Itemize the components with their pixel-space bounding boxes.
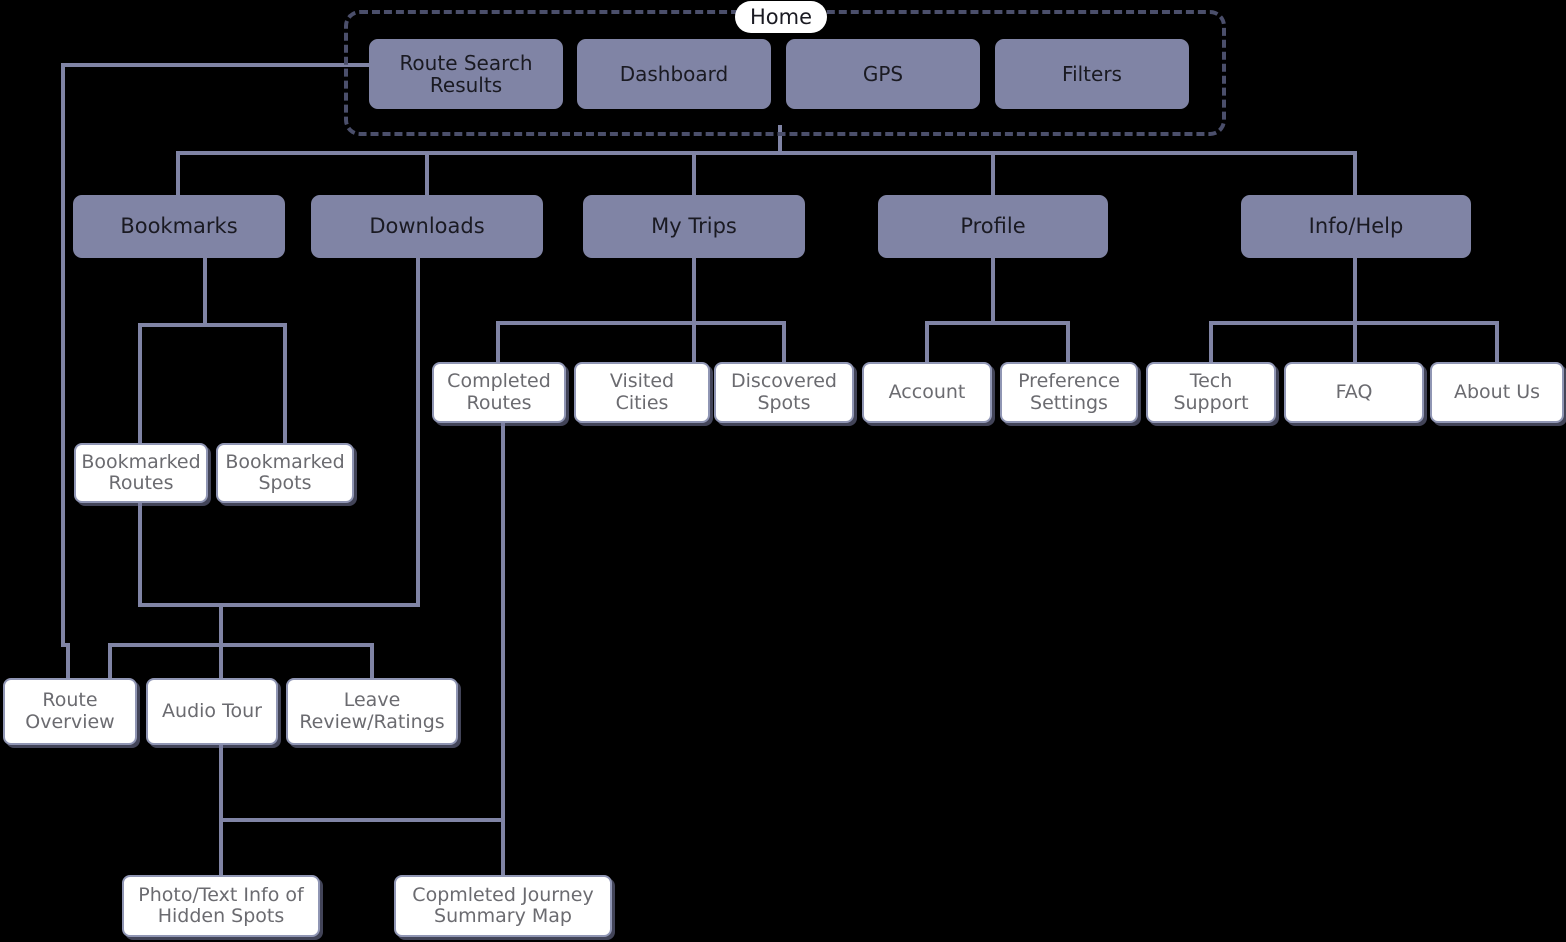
node-label: Visited Cities xyxy=(609,370,675,414)
node-label: Discovered Spots xyxy=(731,370,837,414)
node-label: Bookmarks xyxy=(120,213,238,238)
node-bookmarked-routes[interactable]: Bookmarked Routes xyxy=(74,443,208,503)
node-completed-journey-summary-map[interactable]: Copmleted Journey Summary Map xyxy=(394,875,612,937)
node-label: Bookmarked Routes xyxy=(81,450,201,494)
node-profile[interactable]: Profile xyxy=(878,195,1108,258)
node-label: Route Overview xyxy=(25,689,115,733)
node-filters[interactable]: Filters xyxy=(995,39,1189,109)
node-label: Preference Settings xyxy=(1018,370,1120,414)
node-label: About Us xyxy=(1453,380,1541,403)
sitemap-diagram: Home Route Search Results Dashboard GPS … xyxy=(0,0,1566,942)
node-label: Downloads xyxy=(369,213,485,238)
node-label: Filters xyxy=(1062,61,1122,86)
node-about-us[interactable]: About Us xyxy=(1430,362,1564,423)
node-completed-routes[interactable]: Completed Routes xyxy=(432,362,566,423)
node-label: Dashboard xyxy=(619,61,729,86)
node-faq[interactable]: FAQ xyxy=(1284,362,1424,423)
node-my-trips[interactable]: My Trips xyxy=(583,195,805,258)
node-label: Leave Review/Ratings xyxy=(299,689,445,733)
node-label: Tech Support xyxy=(1173,370,1249,414)
node-downloads[interactable]: Downloads xyxy=(311,195,543,258)
node-label: Copmleted Journey Summary Map xyxy=(412,883,594,927)
node-discovered-spots[interactable]: Discovered Spots xyxy=(714,362,854,423)
node-bookmarked-spots[interactable]: Bookmarked Spots xyxy=(216,443,354,503)
node-gps[interactable]: GPS xyxy=(786,39,980,109)
node-route-overview[interactable]: Route Overview xyxy=(3,678,137,745)
node-visited-cities[interactable]: Visited Cities xyxy=(574,362,710,423)
node-photo-text-info-hidden-spots[interactable]: Photo/Text Info of Hidden Spots xyxy=(122,875,320,937)
node-label: Info/Help xyxy=(1308,213,1404,238)
node-bookmarks[interactable]: Bookmarks xyxy=(73,195,285,258)
node-leave-review-ratings[interactable]: Leave Review/Ratings xyxy=(286,678,458,745)
node-label: Route Search Results xyxy=(399,50,533,97)
node-label: Completed Routes xyxy=(447,370,551,414)
node-label: Photo/Text Info of Hidden Spots xyxy=(138,883,304,927)
node-label: FAQ xyxy=(1335,380,1373,403)
node-label: Profile xyxy=(960,213,1026,238)
home-title-pill: Home xyxy=(735,1,827,33)
node-dashboard[interactable]: Dashboard xyxy=(577,39,771,109)
node-info-help[interactable]: Info/Help xyxy=(1241,195,1471,258)
node-label: Account xyxy=(888,380,966,403)
node-tech-support[interactable]: Tech Support xyxy=(1146,362,1276,423)
node-preference-settings[interactable]: Preference Settings xyxy=(1000,362,1138,423)
node-account[interactable]: Account xyxy=(862,362,992,423)
node-label: GPS xyxy=(862,61,904,86)
home-title-label: Home xyxy=(749,5,812,29)
node-audio-tour[interactable]: Audio Tour xyxy=(146,678,278,745)
node-label: Bookmarked Spots xyxy=(225,450,345,494)
node-label: Audio Tour xyxy=(162,699,262,722)
node-label: My Trips xyxy=(651,213,737,238)
node-route-search-results[interactable]: Route Search Results xyxy=(369,39,563,109)
